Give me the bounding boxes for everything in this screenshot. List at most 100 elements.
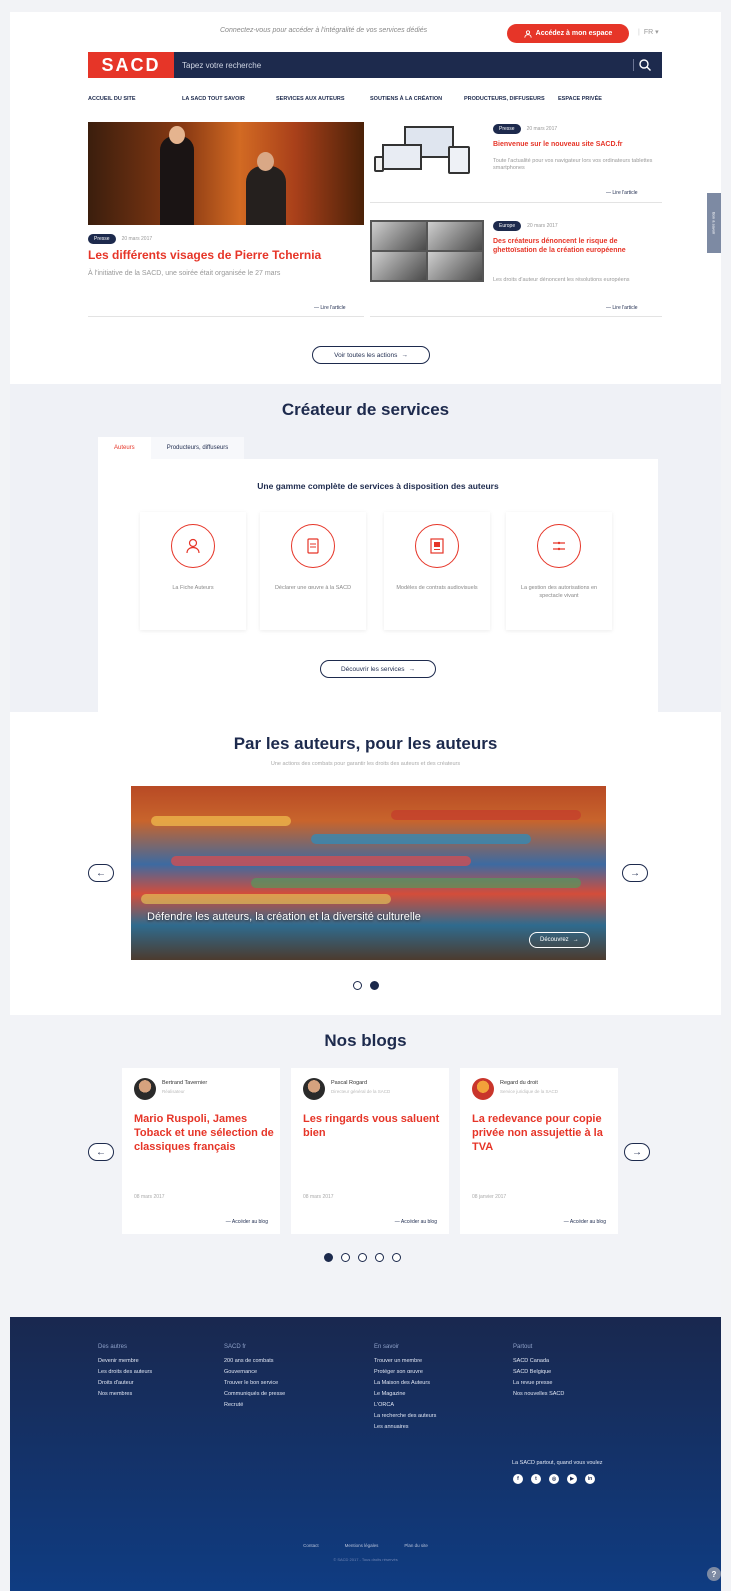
footer-link[interactable]: Les droits des auteurs (98, 1367, 228, 1378)
youtube-icon[interactable]: ▶ (567, 1474, 577, 1484)
blog-link[interactable]: Accéder au blog (395, 1219, 437, 1225)
arrow-right-icon: → (408, 665, 416, 673)
footer-link[interactable]: Gouvernance (224, 1367, 354, 1378)
twitter-icon[interactable]: t (531, 1474, 541, 1484)
arrow-right-icon: → (401, 351, 408, 359)
service-card[interactable]: La Fiche Auteurs (140, 512, 246, 630)
search-input[interactable] (182, 57, 622, 73)
footer-link[interactable]: Trouver le bon service (224, 1378, 354, 1389)
devices-thumbnail[interactable] (370, 122, 484, 184)
nav-item-accueil[interactable]: Accueil du site (88, 96, 182, 116)
nav-item-producteurs[interactable]: Producteurs, diffuseurs (464, 96, 558, 116)
category-badge[interactable]: Presse (88, 234, 116, 244)
carousel-dot[interactable] (392, 1253, 401, 1262)
carousel-dot-active[interactable] (324, 1253, 333, 1262)
service-card[interactable]: La gestion des autorisations en spectacl… (506, 512, 612, 630)
arrow-left-icon: ← (96, 1146, 106, 1158)
footer-legal-link[interactable]: Contact (303, 1543, 319, 1548)
footer-link[interactable]: SACD Canada (513, 1356, 643, 1367)
footer-link[interactable]: La Maison des Auteurs (374, 1378, 504, 1389)
sacd-logo[interactable]: SACD (88, 52, 174, 78)
footer-link[interactable]: La recherche des auteurs (374, 1411, 504, 1422)
search-icon[interactable] (638, 58, 652, 72)
footer-legal-link[interactable]: Mentions légales (345, 1543, 379, 1548)
blog-card[interactable]: Bertrand Tavernier Réalisateur Mario Rus… (122, 1068, 280, 1234)
carousel-next-button[interactable]: → (622, 864, 648, 882)
footer-link[interactable]: Le Magazine (374, 1389, 504, 1400)
nav-item-espace-prive[interactable]: Espace privée (558, 96, 652, 116)
featured-title[interactable]: Les différents visages de Pierre Tcherni… (88, 248, 321, 262)
footer-heading: Partout (513, 1344, 533, 1350)
nav-item-services[interactable]: Services aux auteurs (276, 96, 370, 116)
discover-services-button[interactable]: Découvrir les services → (320, 660, 436, 678)
blog-author: Pascal Rogard (331, 1080, 368, 1086)
carousel-dot[interactable] (375, 1253, 384, 1262)
category-badge[interactable]: Presse (493, 124, 521, 134)
footer-link[interactable]: Protéger son œuvre (374, 1367, 504, 1378)
avatar (303, 1078, 325, 1100)
copyright: © SACD 2017 - Tous droits réservés (333, 1557, 398, 1562)
tab-producteurs[interactable]: Producteurs, diffuseurs (150, 437, 245, 459)
carousel-dot[interactable] (353, 981, 362, 990)
section-subtitle: Une actions des combats pour garantir le… (270, 761, 461, 767)
blog-role: Directeur général de la SACD (331, 1089, 391, 1094)
services-panel: Une gamme complète de services à disposi… (98, 459, 658, 712)
category-badge[interactable]: Europe (493, 221, 522, 231)
footer-link[interactable]: Nos nouvelles SACD (513, 1389, 643, 1400)
footer-link[interactable]: 200 ans de combats (224, 1356, 354, 1367)
read-more-link[interactable]: Lire l'article (606, 305, 637, 311)
carousel-prev-button[interactable]: ← (88, 864, 114, 882)
article-title[interactable]: Des créateurs dénoncent le risque de ghe… (493, 237, 658, 255)
footer-link[interactable]: Droits d'auteur (98, 1378, 228, 1389)
side-feedback-tab[interactable]: Bon à savoir (707, 193, 721, 253)
nav-item-soutiens[interactable]: Soutiens à la création (370, 96, 464, 116)
blog-card[interactable]: Pascal Rogard Directeur général de la SA… (291, 1068, 449, 1234)
blog-link[interactable]: Accéder au blog (564, 1219, 606, 1225)
carousel-dots (353, 981, 379, 990)
creators-thumbnail[interactable] (370, 220, 484, 282)
facebook-icon[interactable]: f (513, 1474, 523, 1484)
tab-auteurs[interactable]: Auteurs (98, 437, 151, 459)
read-more-link[interactable]: Lire l'article (314, 305, 345, 311)
footer-link[interactable]: SACD Belgique (513, 1367, 643, 1378)
all-news-button[interactable]: Voir toutes les actions → (312, 346, 430, 364)
carousel-dot-active[interactable] (370, 981, 379, 990)
hero-discover-button[interactable]: Découvrez → (529, 932, 590, 948)
article-title[interactable]: Bienvenue sur le nouveau site SACD.fr (493, 140, 663, 149)
footer-link[interactable]: La revue presse (513, 1378, 643, 1389)
nav-item-sacd[interactable]: La SACD tout savoir (182, 96, 276, 116)
blogs-next-button[interactable]: → (624, 1143, 650, 1161)
legal-links: Contact Mentions légales Plan du site (10, 1543, 721, 1548)
footer-link[interactable]: Les annuaires (374, 1422, 504, 1433)
blog-role: Service juridique de la SACD (500, 1089, 559, 1094)
service-card[interactable]: Modèles de contrats audiovisuels (384, 512, 490, 630)
footer-link[interactable]: Recruté (224, 1400, 354, 1411)
blogs-prev-button[interactable]: ← (88, 1143, 114, 1161)
services-section: Créateur de services Auteurs Producteurs… (10, 384, 721, 712)
blog-card[interactable]: Regard du droit Service juridique de la … (460, 1068, 618, 1234)
blog-link[interactable]: Accéder au blog (226, 1219, 268, 1225)
footer-link[interactable]: Devenir membre (98, 1356, 228, 1367)
blog-title[interactable]: La redevance pour copie privée non assuj… (472, 1112, 612, 1154)
footer-link[interactable]: Trouver un membre (374, 1356, 504, 1367)
language-selector[interactable]: | FR ▾ (638, 28, 659, 36)
read-more-link[interactable]: Lire l'article (606, 190, 637, 196)
service-card[interactable]: Déclarer une œuvre à la SACD (260, 512, 366, 630)
services-tabs: Auteurs Producteurs, diffuseurs (98, 437, 245, 459)
carousel-dot[interactable] (341, 1253, 350, 1262)
blog-title[interactable]: Mario Ruspoli, James Toback et une sélec… (134, 1112, 274, 1154)
section-title: Créateur de services (281, 400, 450, 419)
footer-link[interactable]: Communiqués de presse (224, 1389, 354, 1400)
blog-title[interactable]: Les ringards vous saluent bien (303, 1112, 443, 1140)
footer-link[interactable]: L'ORCA (374, 1400, 504, 1411)
footer-link[interactable]: Nos membres (98, 1389, 228, 1400)
login-button[interactable]: Accédez à mon espace (507, 24, 629, 43)
instagram-icon[interactable]: ◎ (549, 1474, 559, 1484)
footer-legal-link[interactable]: Plan du site (404, 1543, 428, 1548)
login-label: Accédez à mon espace (535, 30, 613, 37)
article-summary: Les droits d'auteur dénoncent les résolu… (493, 277, 630, 283)
help-icon[interactable]: ? (707, 1567, 721, 1581)
linkedin-icon[interactable]: in (585, 1474, 595, 1484)
carousel-dot[interactable] (358, 1253, 367, 1262)
featured-image[interactable] (88, 122, 364, 225)
